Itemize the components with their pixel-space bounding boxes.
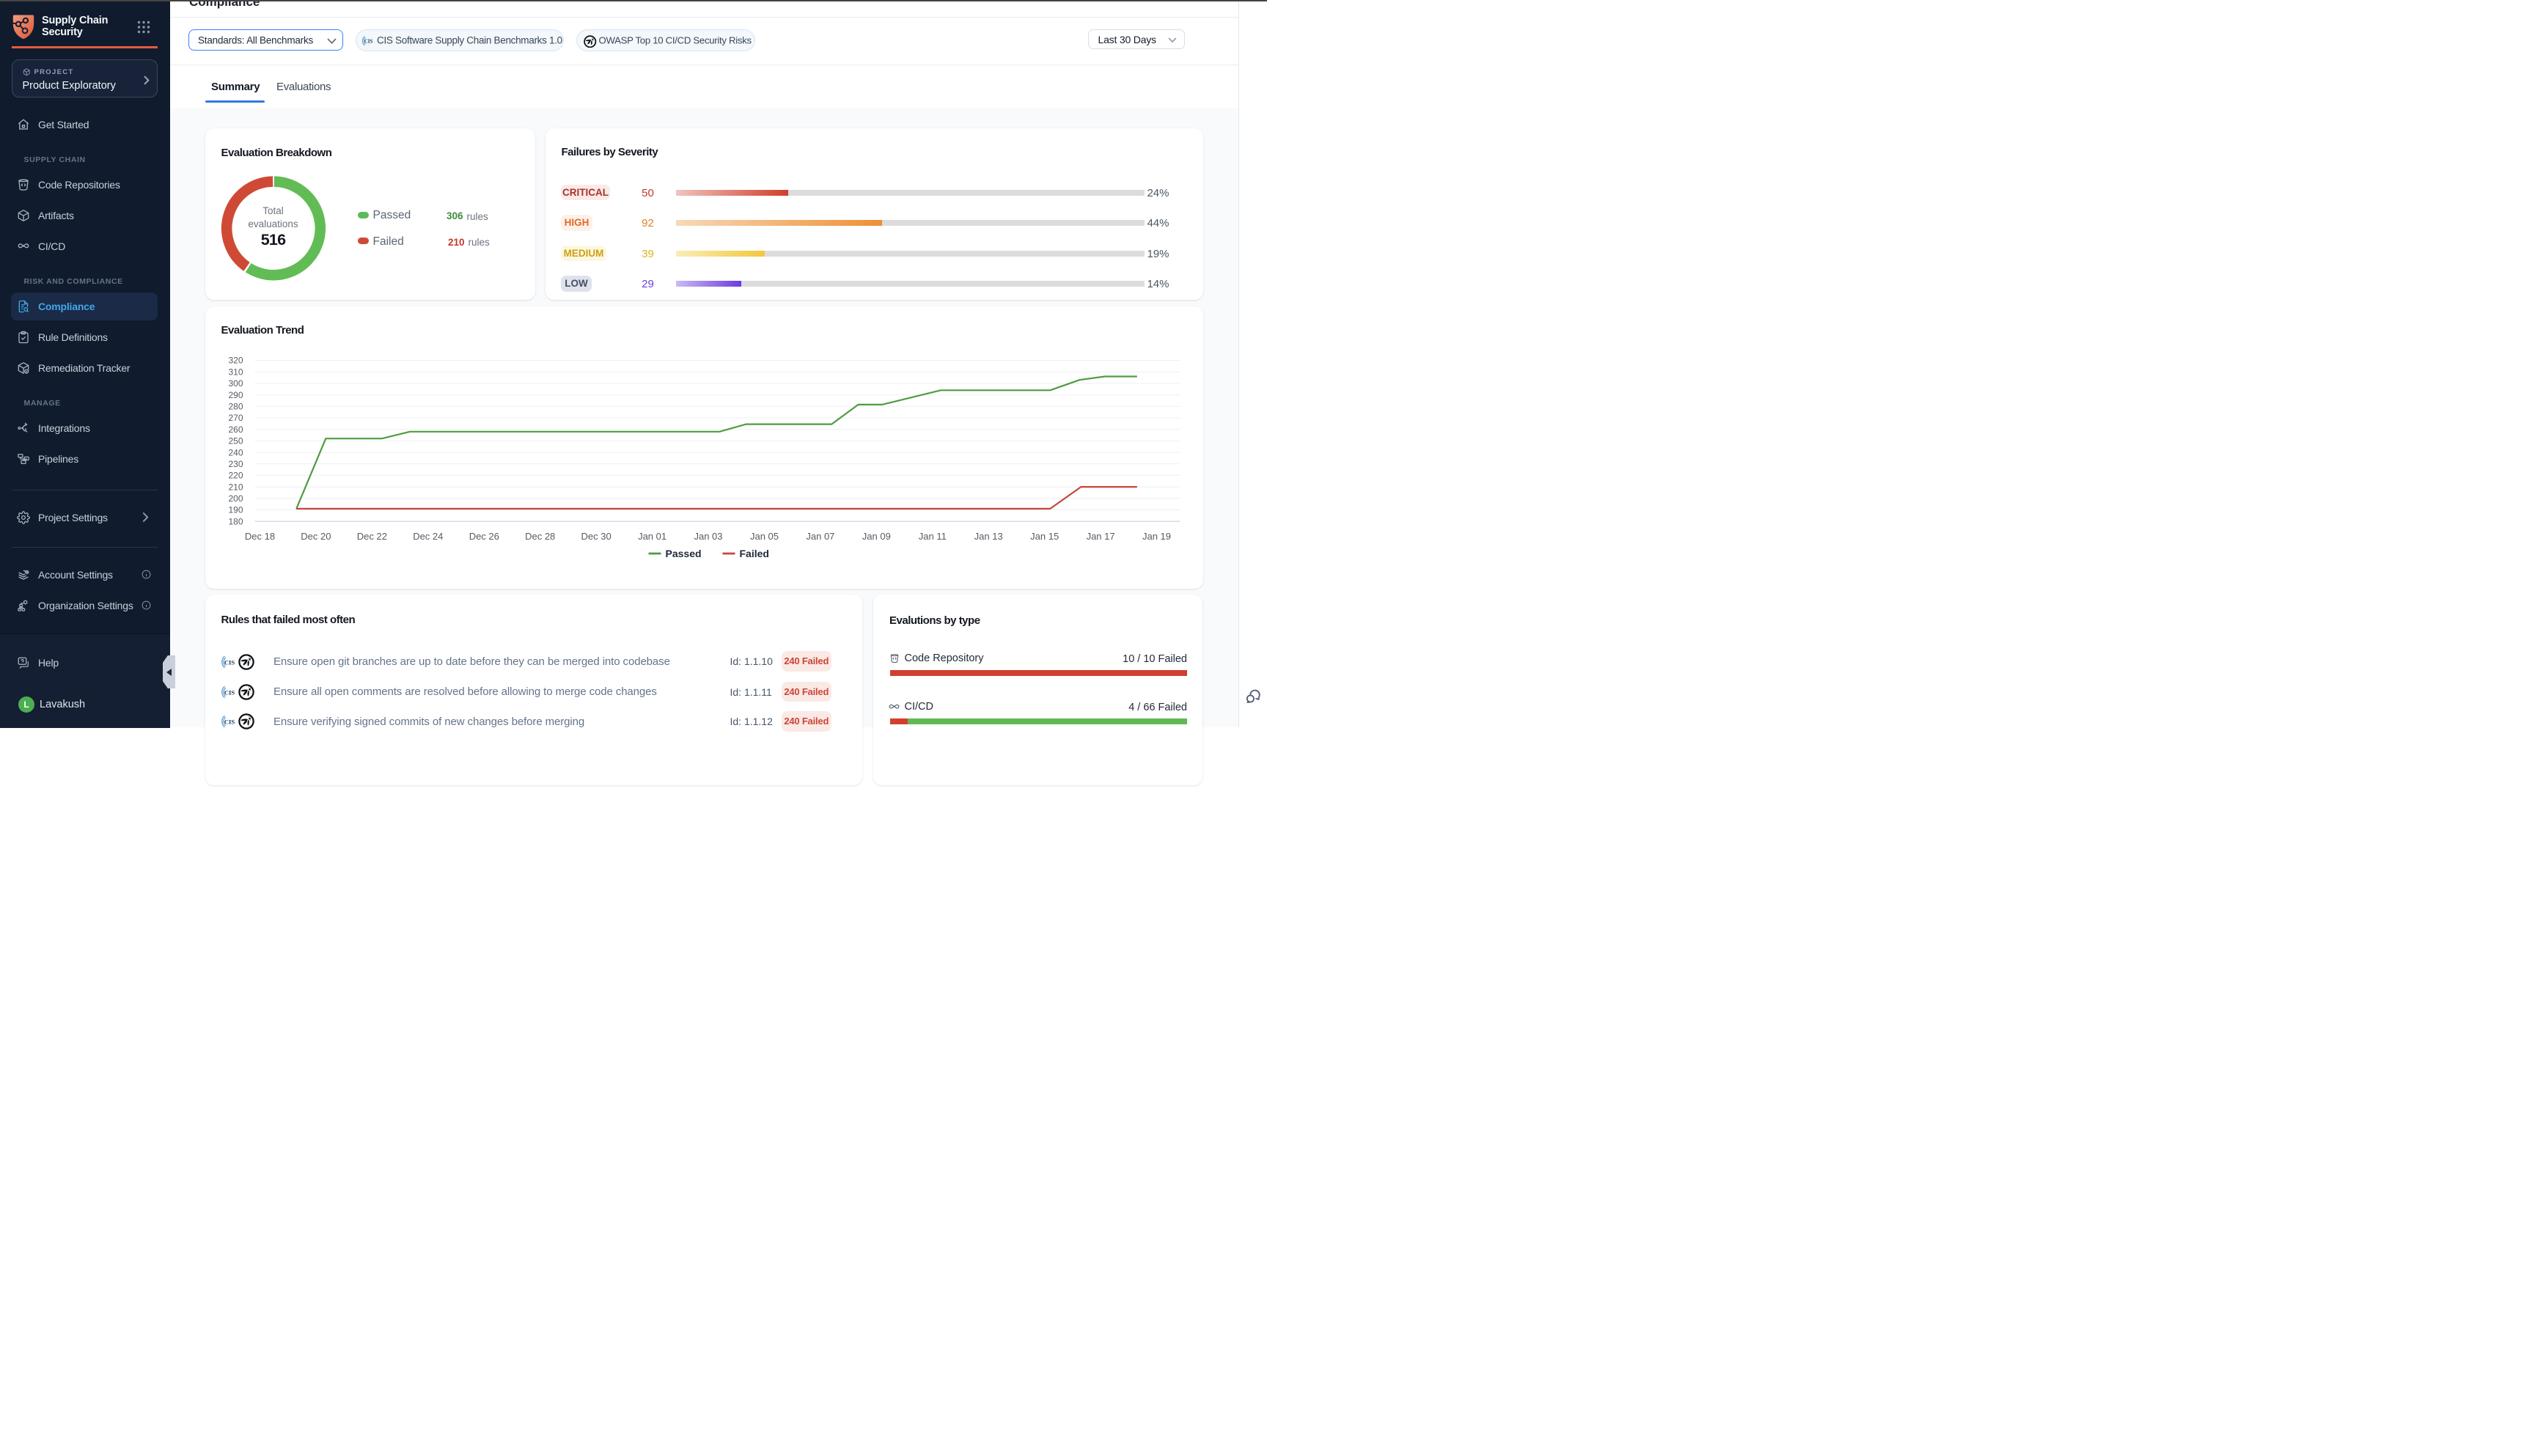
svg-text:250: 250 bbox=[228, 435, 243, 446]
svg-text:Dec 26: Dec 26 bbox=[469, 531, 499, 542]
svg-text:Dec 28: Dec 28 bbox=[525, 531, 555, 542]
svg-text:240: 240 bbox=[228, 447, 243, 457]
svg-text:Jan 09: Jan 09 bbox=[862, 531, 890, 542]
svg-text:190: 190 bbox=[228, 504, 243, 515]
svg-text:200: 200 bbox=[228, 493, 243, 504]
svg-text:Dec 22: Dec 22 bbox=[356, 531, 386, 542]
svg-text:Dec 24: Dec 24 bbox=[413, 531, 443, 542]
svg-text:Dec 20: Dec 20 bbox=[301, 531, 331, 542]
svg-text:Jan 15: Jan 15 bbox=[1030, 531, 1059, 542]
svg-text:Jan 17: Jan 17 bbox=[1086, 531, 1114, 542]
svg-text:220: 220 bbox=[228, 470, 243, 480]
svg-text:Dec 18: Dec 18 bbox=[244, 531, 274, 542]
svg-text:320: 320 bbox=[228, 355, 243, 365]
svg-text:Jan 11: Jan 11 bbox=[918, 531, 946, 542]
svg-text:Failed: Failed bbox=[739, 548, 768, 559]
svg-text:Jan 07: Jan 07 bbox=[806, 531, 834, 542]
svg-text:280: 280 bbox=[228, 401, 243, 411]
svg-text:260: 260 bbox=[228, 424, 243, 434]
svg-text:Jan 05: Jan 05 bbox=[749, 531, 778, 542]
svg-text:290: 290 bbox=[228, 389, 243, 400]
svg-text:Jan 19: Jan 19 bbox=[1142, 531, 1170, 542]
svg-text:Dec 30: Dec 30 bbox=[581, 531, 611, 542]
svg-text:Passed: Passed bbox=[665, 548, 701, 559]
svg-text:Jan 01: Jan 01 bbox=[638, 531, 666, 542]
svg-text:300: 300 bbox=[228, 378, 243, 389]
svg-text:230: 230 bbox=[228, 459, 243, 469]
svg-text:180: 180 bbox=[228, 516, 243, 526]
svg-text:310: 310 bbox=[228, 367, 243, 377]
svg-text:Jan 03: Jan 03 bbox=[694, 531, 722, 542]
svg-text:270: 270 bbox=[228, 413, 243, 423]
svg-text:Jan 13: Jan 13 bbox=[974, 531, 1002, 542]
svg-text:210: 210 bbox=[228, 482, 243, 492]
